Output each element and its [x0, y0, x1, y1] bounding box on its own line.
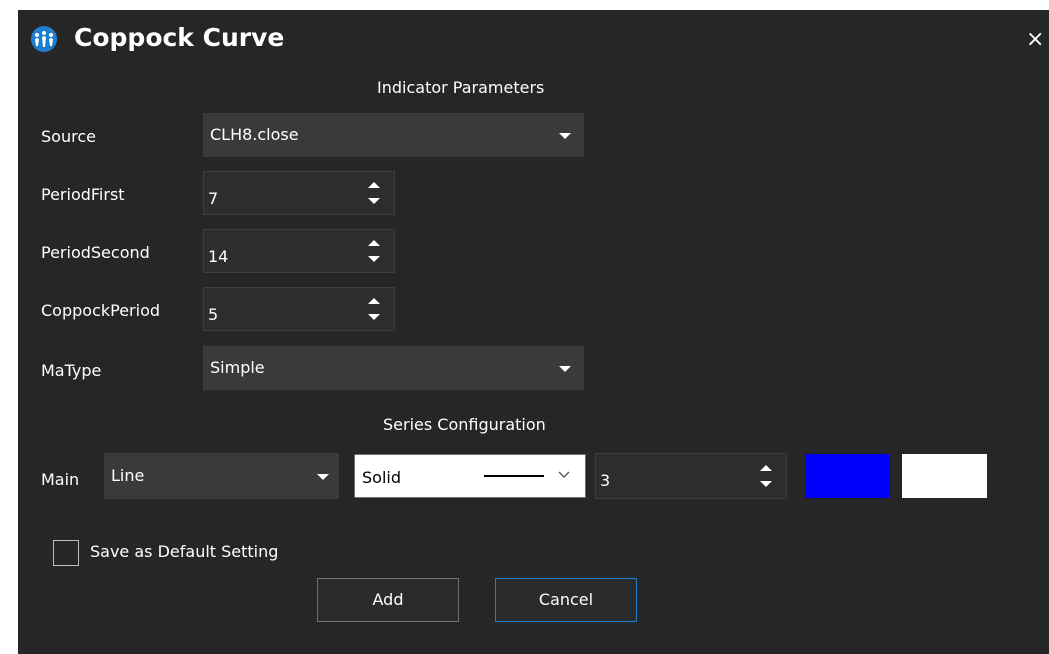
chevron-down-icon [317, 474, 329, 480]
increment-arrow-icon[interactable] [760, 465, 772, 471]
period-first-label: PeriodFirst [41, 185, 125, 204]
line-width-value: 3 [600, 471, 611, 490]
indicator-parameters-heading: Indicator Parameters [377, 78, 545, 97]
series-type-value: Line [111, 466, 145, 485]
ma-type-label: MaType [41, 361, 102, 380]
close-icon[interactable]: × [1026, 29, 1044, 51]
line-width-stepper[interactable]: 3 [595, 453, 787, 499]
increment-arrow-icon[interactable] [368, 240, 380, 246]
period-second-value: 14 [208, 247, 229, 266]
chevron-down-icon [558, 471, 570, 478]
increment-arrow-icon[interactable] [368, 298, 380, 304]
series-configuration-heading: Series Configuration [383, 415, 546, 434]
source-label: Source [41, 127, 96, 146]
main-series-label: Main [41, 470, 80, 489]
source-value: CLH8.close [210, 125, 299, 144]
fill-color-swatch[interactable] [902, 454, 987, 498]
save-default-checkbox[interactable] [53, 540, 79, 566]
coppock-curve-dialog: Coppock Curve × Indicator Parameters Sou… [18, 10, 1049, 654]
line-style-dropdown[interactable]: Solid [354, 454, 586, 498]
cancel-button[interactable]: Cancel [495, 578, 637, 622]
ma-type-dropdown[interactable]: Simple [203, 346, 584, 390]
period-second-label: PeriodSecond [41, 243, 150, 262]
period-second-stepper[interactable]: 14 [203, 229, 395, 273]
decrement-arrow-icon[interactable] [368, 314, 380, 320]
period-first-stepper[interactable]: 7 [203, 171, 395, 215]
multi-figure-logo-icon [31, 26, 57, 52]
coppock-period-stepper[interactable]: 5 [203, 287, 395, 331]
coppock-period-label: CoppockPeriod [41, 301, 161, 320]
dialog-title: Coppock Curve [74, 23, 285, 52]
line-style-preview [484, 475, 544, 477]
line-style-value: Solid [362, 468, 401, 487]
decrement-arrow-icon[interactable] [368, 256, 380, 262]
line-color-swatch[interactable] [805, 454, 890, 498]
save-default-label: Save as Default Setting [90, 542, 279, 561]
series-type-dropdown[interactable]: Line [104, 453, 339, 499]
chevron-down-icon [559, 133, 571, 139]
source-dropdown[interactable]: CLH8.close [203, 113, 584, 157]
period-first-value: 7 [208, 189, 219, 208]
ma-type-value: Simple [210, 358, 265, 377]
decrement-arrow-icon[interactable] [760, 481, 772, 487]
chevron-down-icon [559, 366, 571, 372]
add-button[interactable]: Add [317, 578, 459, 622]
increment-arrow-icon[interactable] [368, 182, 380, 188]
coppock-period-value: 5 [208, 305, 219, 324]
decrement-arrow-icon[interactable] [368, 198, 380, 204]
